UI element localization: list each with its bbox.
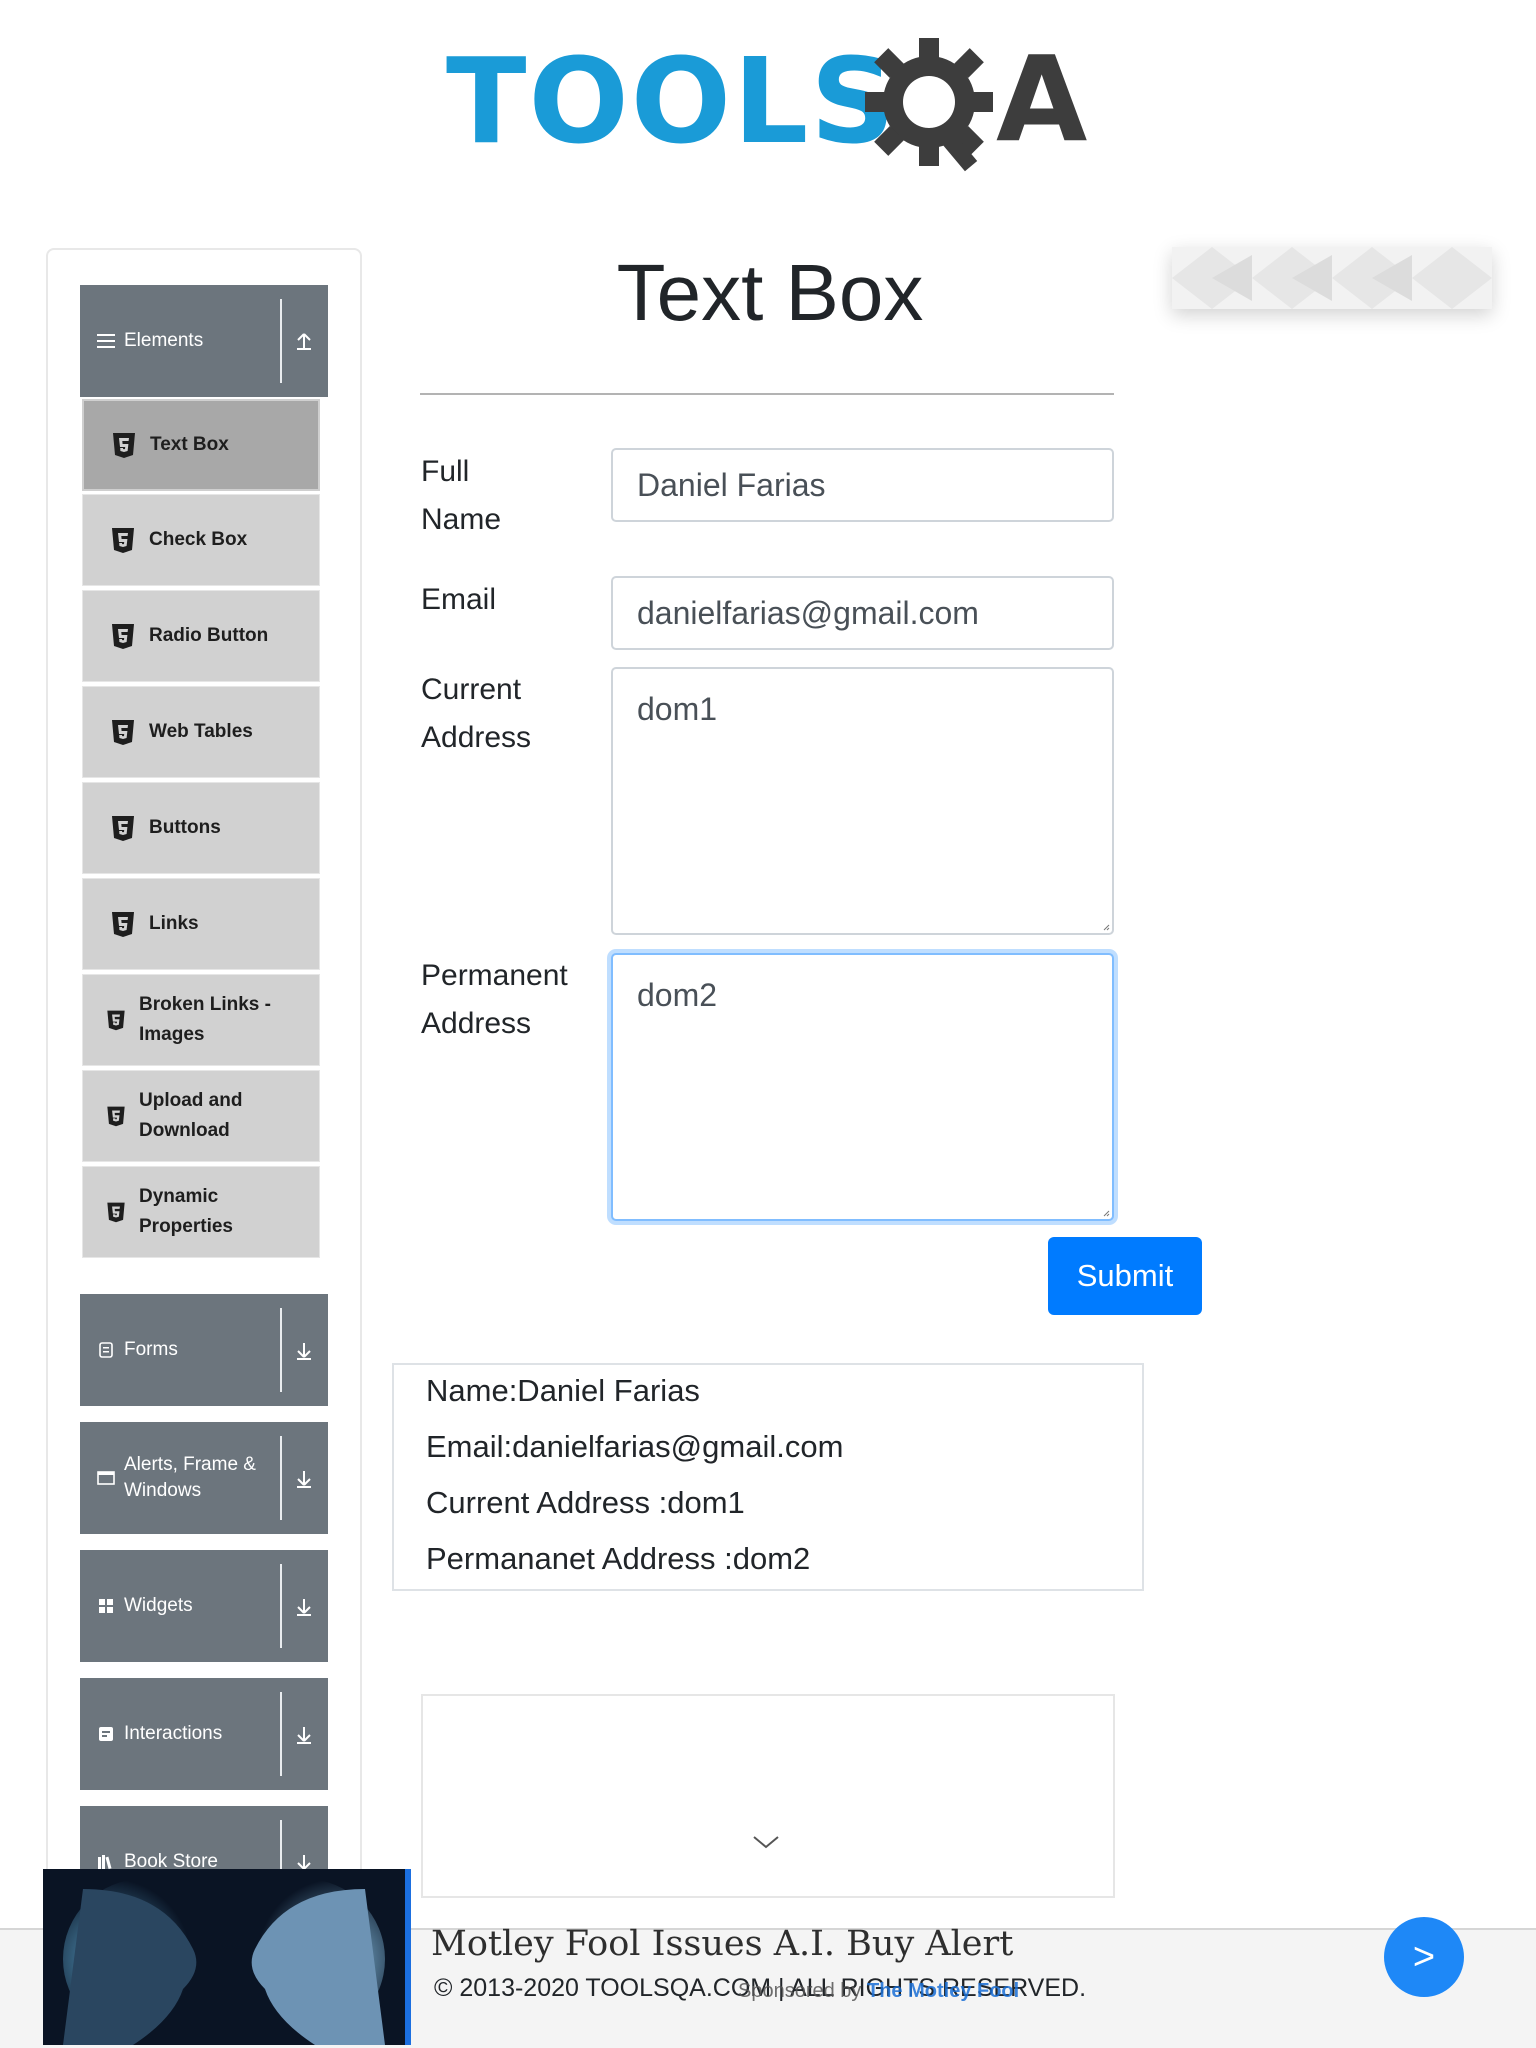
- gear-magnifier-icon: [865, 38, 993, 172]
- chevron-down-icon[interactable]: [751, 1832, 781, 1852]
- current-address-textarea[interactable]: dom1: [611, 667, 1114, 935]
- sidebar-group-label: Alerts, Frame & Windows: [124, 1454, 256, 1501]
- sidebar-item-label: Text Box: [150, 434, 229, 455]
- email-input[interactable]: danielfarias@gmail.com: [611, 576, 1114, 650]
- sidebar-group-alerts[interactable]: Alerts, Frame & Windows: [80, 1422, 328, 1534]
- interactions-icon: [96, 1724, 116, 1744]
- ad-sponsor[interactable]: Sponsored by The Motley Fool: [738, 1980, 1019, 2003]
- sidebar-item-buttons[interactable]: Buttons: [82, 782, 320, 874]
- output-current-address: Current Address :dom1: [426, 1485, 745, 1520]
- arrow-up-icon[interactable]: [294, 329, 314, 353]
- divider: [280, 299, 282, 383]
- window-icon: [96, 1468, 116, 1488]
- arrow-down-icon[interactable]: [294, 1594, 314, 1618]
- current-address-label: Current Address: [421, 673, 532, 754]
- full-name-label: Full Name: [421, 455, 502, 536]
- ad-frame[interactable]: [421, 1694, 1115, 1898]
- sidebar-item-label: Check Box: [149, 529, 248, 550]
- sidebar-item-radio-button[interactable]: Radio Button: [82, 590, 320, 682]
- divider: [280, 1564, 282, 1648]
- html5-icon: [112, 528, 134, 553]
- divider: [280, 1436, 282, 1520]
- toolsqa-logo[interactable]: TOOLS A: [446, 30, 1096, 180]
- output-permanent-address: Permananet Address :dom2: [426, 1541, 811, 1576]
- ad-image[interactable]: [43, 1869, 411, 2045]
- resize-handle-icon[interactable]: [1102, 923, 1110, 931]
- permanent-address-value: dom2: [637, 977, 718, 1013]
- form-icon: [96, 1340, 116, 1360]
- html5-icon: [112, 816, 134, 841]
- arrow-down-icon[interactable]: [294, 1722, 314, 1746]
- sidebar-group-forms[interactable]: Forms: [80, 1294, 328, 1406]
- divider: [280, 1308, 282, 1392]
- sidebar-item-broken-links[interactable]: Broken Links - Images: [82, 974, 320, 1066]
- submit-button[interactable]: Submit: [1048, 1237, 1202, 1315]
- ad-headline[interactable]: Motley Fool Issues A.I. Buy Alert: [431, 1922, 1013, 1966]
- resize-handle-icon[interactable]: [1102, 1209, 1110, 1217]
- html5-icon: [112, 624, 134, 649]
- output-name: Name:Daniel Farias: [426, 1373, 700, 1408]
- ad-sponsor-prefix: Sponsored by: [738, 1980, 862, 2002]
- sidebar-item-label: Dynamic Properties: [139, 1186, 233, 1237]
- ad-sponsor-name: The Motley Fool: [866, 1980, 1020, 2002]
- arrow-down-icon[interactable]: [294, 1466, 314, 1490]
- sidebar-item-web-tables[interactable]: Web Tables: [82, 686, 320, 778]
- sidebar-group-interactions[interactable]: Interactions: [80, 1678, 328, 1790]
- sidebar-item-label: Buttons: [149, 817, 221, 838]
- full-name-input[interactable]: Daniel Farias: [611, 448, 1114, 522]
- ai-faces-image: [43, 1869, 405, 2045]
- html5-icon: [113, 433, 135, 458]
- html5-icon: [107, 1010, 125, 1031]
- html5-icon: [112, 720, 134, 745]
- list-icon: [96, 331, 116, 351]
- banner-pattern: [1172, 247, 1492, 309]
- page-title: Text Box: [616, 248, 924, 337]
- permanent-address-textarea[interactable]: dom2: [611, 953, 1114, 1221]
- title-divider: [420, 393, 1114, 395]
- logo-letter-a: A: [996, 30, 1088, 168]
- divider: [280, 1692, 282, 1776]
- sidebar-group-elements[interactable]: Elements: [80, 285, 328, 397]
- sidebar-item-upload-download[interactable]: Upload and Download: [82, 1070, 320, 1162]
- sidebar-item-label: Web Tables: [149, 721, 253, 742]
- sidebar-item-label: Upload and Download: [139, 1090, 243, 1141]
- sidebar-item-label: Broken Links - Images: [139, 994, 271, 1045]
- html5-icon: [112, 912, 134, 937]
- sidebar-item-check-box[interactable]: Check Box: [82, 494, 320, 586]
- sidebar-group-widgets[interactable]: Widgets: [80, 1550, 328, 1662]
- widgets-icon: [96, 1596, 116, 1616]
- sidebar-item-dynamic-properties[interactable]: Dynamic Properties: [82, 1166, 320, 1258]
- sidebar-item-label: Links: [149, 913, 199, 934]
- html5-icon: [107, 1202, 125, 1223]
- ad-next-button[interactable]: >: [1384, 1917, 1464, 1997]
- output-email: Email:danielfarias@gmail.com: [426, 1429, 844, 1464]
- sidebar-item-links[interactable]: Links: [82, 878, 320, 970]
- permanent-address-label: Permanent Address: [421, 959, 568, 1040]
- logo-text: TOOLS: [446, 32, 898, 170]
- email-label: Email: [421, 583, 497, 616]
- side-ad-banner[interactable]: [1172, 247, 1492, 309]
- html5-icon: [107, 1106, 125, 1127]
- sidebar-item-text-box[interactable]: Text Box: [82, 399, 320, 491]
- arrow-down-icon[interactable]: [294, 1338, 314, 1362]
- sidebar-item-label: Radio Button: [149, 625, 269, 646]
- output-panel: Name:Daniel Farias Email:danielfarias@gm…: [392, 1363, 1144, 1591]
- current-address-value: dom1: [637, 691, 718, 727]
